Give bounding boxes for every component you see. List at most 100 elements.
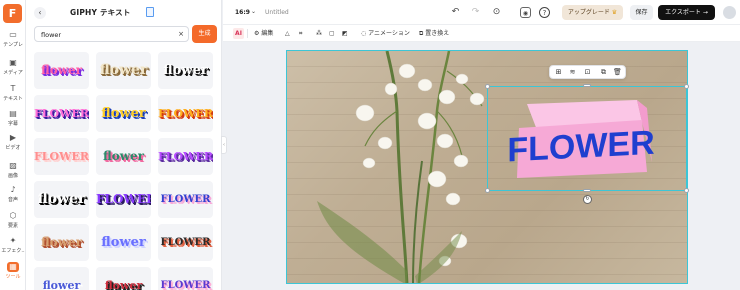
toolbar-divider — [247, 29, 248, 38]
save-button[interactable]: 保存 — [630, 5, 653, 20]
rail-item-templates[interactable]: ▭ テンプレ — [0, 30, 26, 52]
clear-icon[interactable]: × — [178, 30, 184, 38]
rail-label: ツール — [5, 274, 21, 280]
resize-handle-top-right[interactable] — [684, 84, 689, 89]
gif-text-tile[interactable]: FLOWER — [158, 224, 213, 261]
trash-icon[interactable]: 🗑 — [613, 68, 622, 77]
rail-item-audio[interactable]: ♪ 音声 — [0, 185, 26, 207]
panel-title: GIPHY テキスト — [70, 8, 131, 17]
resize-handle-bottom[interactable] — [583, 189, 591, 192]
lock-icon[interactable]: ⊡ — [583, 68, 592, 77]
shapes-icon[interactable]: △ — [285, 29, 290, 38]
rail-item-effects[interactable]: ✦ エフェク.. — [0, 236, 26, 258]
tile-label: flower — [101, 106, 146, 121]
gif-text-tile[interactable]: FLOWER — [34, 138, 89, 175]
tile-label: FLOWER — [158, 150, 213, 163]
search-input[interactable] — [41, 29, 171, 40]
tile-label: FLOWER — [96, 192, 151, 206]
gif-text-tile[interactable]: FLOWER — [34, 95, 89, 132]
crop-icon[interactable]: ⌗ — [299, 29, 302, 38]
screen-record-icon[interactable]: ◉ — [520, 7, 531, 18]
video-icon: ▶ — [9, 133, 17, 142]
gif-text-tile[interactable]: flower — [34, 52, 89, 89]
rotate-icon[interactable]: ↻ — [583, 195, 592, 204]
tile-label: flower — [42, 279, 81, 290]
gif-text-tile[interactable]: flower — [96, 224, 151, 261]
rail-item-tools[interactable]: ▦ ツール — [0, 262, 26, 284]
elements-icon: ⬡ — [9, 211, 17, 220]
rail-item-subtitles[interactable]: ▤ 字幕 — [0, 109, 26, 131]
tile-label: FLOWER — [160, 280, 211, 290]
upgrade-label: アップグレード — [567, 9, 610, 16]
upgrade-button[interactable]: アップグレード ♛ — [562, 5, 623, 20]
gif-text-tile[interactable]: FLOWER — [158, 181, 213, 218]
gif-text-tile[interactable]: flower — [34, 181, 89, 218]
replace-button[interactable]: ⧉ 置き換え — [419, 29, 449, 38]
tile-label: flower — [37, 191, 86, 207]
gif-text-tile[interactable]: FLOWER — [158, 138, 213, 175]
edit-button[interactable]: ⚙ 編集 — [254, 29, 273, 38]
undo-icon[interactable]: ↶ — [450, 7, 461, 18]
resize-handle-top[interactable] — [583, 84, 591, 87]
resize-handle-bottom-left[interactable] — [485, 188, 490, 193]
gif-text-tile[interactable]: flower — [34, 224, 89, 261]
help-icon[interactable]: ? — [539, 7, 550, 18]
app-logo[interactable]: F — [3, 4, 22, 23]
templates-icon: ▭ — [9, 30, 17, 39]
gif-text-tile[interactable]: FLOWER — [158, 267, 213, 290]
layers-icon[interactable]: ≋ — [568, 68, 577, 77]
tile-label: flower — [163, 63, 208, 78]
left-rail: F ▭ テンプレ ▣ メディア T テキスト ▤ 字幕 ▶ ビデオ ▨ 画像 ♪ 音声 ⬡ 要素 ✦ エフェク..… — [0, 0, 26, 290]
document-title[interactable]: Untitled — [265, 9, 289, 16]
gif-text-tile[interactable]: flower — [34, 267, 89, 290]
gif-text-tile[interactable]: FLOWER — [158, 95, 213, 132]
gif-text-tile[interactable]: flower — [158, 52, 213, 89]
editor-app: F ▭ テンプレ ▣ メディア T テキスト ▤ 字幕 ▶ ビデオ ▨ 画像 ♪ 音声 ⬡ 要素 ✦ エフェク..… — [0, 0, 740, 290]
replace-label: 置き換え — [425, 30, 450, 37]
effects-icon: ✦ — [9, 236, 17, 245]
resize-handle-top-left[interactable] — [485, 84, 490, 89]
gif-text-tile[interactable]: flower — [96, 95, 151, 132]
collapse-panel-button[interactable]: ‹ — [221, 136, 227, 154]
avatar[interactable] — [723, 6, 736, 19]
rail-item-video[interactable]: ▶ ビデオ — [0, 133, 26, 155]
chevron-down-icon[interactable]: ⌄ — [251, 8, 256, 15]
gif-text-tile[interactable]: flower — [96, 138, 151, 175]
tile-label: flower — [99, 62, 148, 78]
media-icon: ▣ — [9, 58, 17, 67]
edit-label: 編集 — [261, 30, 274, 37]
audio-icon: ♪ — [10, 185, 16, 194]
gif-text-tile[interactable]: flower — [96, 267, 151, 290]
tile-label: flower — [40, 235, 82, 249]
rail-label: 字幕 — [7, 121, 18, 127]
duplicate-icon[interactable]: ⧉ — [599, 68, 608, 77]
rail-item-elements[interactable]: ⬡ 要素 — [0, 211, 26, 233]
aspect-ratio-selector[interactable]: 16:9 — [235, 9, 250, 16]
rail-label: ビデオ — [5, 145, 21, 151]
sync-icon[interactable]: ⊙ — [491, 7, 502, 18]
position-icon[interactable]: ⊞ — [554, 68, 563, 77]
selection-box[interactable] — [487, 86, 687, 191]
resize-handle-bottom-right[interactable] — [684, 188, 689, 193]
redo-icon[interactable]: ↷ — [470, 7, 481, 18]
gif-text-tile[interactable]: flower — [96, 52, 151, 89]
rail-item-text[interactable]: T テキスト — [0, 84, 26, 106]
animation-label: アニメーション — [368, 30, 410, 37]
back-button[interactable]: ‹ — [34, 7, 46, 19]
rail-item-images[interactable]: ▨ 画像 — [0, 161, 26, 183]
tile-label: FLOWER — [34, 107, 89, 120]
generate-button[interactable]: 生成 — [192, 25, 217, 43]
tile-label: flower — [40, 63, 82, 77]
images-icon: ▨ — [9, 161, 17, 170]
rail-label: エフェク.. — [1, 248, 25, 254]
layer-icon[interactable]: ◩ — [342, 29, 348, 38]
ai-tool-button[interactable]: AI — [233, 28, 244, 39]
animation-button[interactable]: ◌ アニメーション — [361, 29, 410, 38]
border-icon[interactable]: ▢ — [329, 29, 335, 38]
rail-label: メディア — [3, 70, 23, 76]
subtitles-icon: ▤ — [9, 109, 17, 118]
rail-item-media[interactable]: ▣ メディア — [0, 58, 26, 80]
background-remove-icon[interactable]: ⁂ — [316, 29, 322, 38]
gif-text-tile[interactable]: FLOWER — [96, 181, 151, 218]
export-button[interactable]: エクスポート → — [658, 5, 715, 20]
